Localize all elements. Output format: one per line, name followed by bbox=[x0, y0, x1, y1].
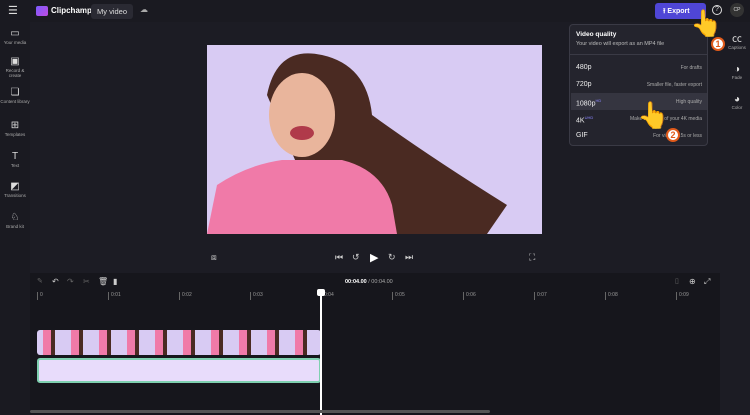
ruler-tick: 0:02 bbox=[179, 292, 192, 300]
library-icon: ❏ bbox=[10, 87, 20, 98]
step-badge: 1 bbox=[711, 37, 725, 51]
top-bar: ☰ Clipchamp My video ☁ ⭱ Export ? CP bbox=[0, 0, 750, 22]
rewind-5s-icon[interactable]: ↺ bbox=[352, 252, 360, 263]
timeline-scrollbar[interactable] bbox=[30, 410, 490, 413]
forward-5s-icon[interactable]: ↻ bbox=[388, 252, 396, 263]
avatar[interactable]: CP bbox=[730, 3, 744, 17]
step-badge: 2 bbox=[666, 128, 680, 142]
audio-clip-track[interactable] bbox=[37, 358, 321, 383]
skip-back-icon[interactable]: ⏮ bbox=[335, 252, 343, 263]
cut-icon[interactable]: ✂ bbox=[83, 277, 90, 286]
text-icon: T bbox=[11, 151, 19, 162]
undo-icon[interactable]: ↶ bbox=[52, 277, 59, 286]
ruler-tick: 0 bbox=[37, 292, 43, 300]
timecode: 00:04.00 / 00:04.00 bbox=[345, 279, 393, 285]
sidebar-item-templates[interactable]: ⊞ Templates bbox=[0, 120, 30, 137]
ruler-tick: 0:07 bbox=[534, 292, 547, 300]
sidebar-item-brand-kit[interactable]: ♘ Brand kit bbox=[0, 212, 30, 229]
video-frame-person bbox=[207, 53, 507, 234]
right-panel-captions[interactable]: ㏄ Captions bbox=[726, 30, 748, 50]
cloud-sync-off-icon: ☁ bbox=[140, 5, 148, 14]
ruler-tick: 0:05 bbox=[392, 292, 405, 300]
video-preview[interactable] bbox=[207, 45, 542, 234]
snap-icon[interactable]: ▯ bbox=[675, 277, 679, 285]
ruler-tick: 0:08 bbox=[605, 292, 618, 300]
video-clip-track[interactable] bbox=[37, 330, 321, 355]
sidebar-item-content-library[interactable]: ❏ Content library bbox=[0, 87, 30, 104]
menu-icon[interactable]: ☰ bbox=[8, 4, 18, 17]
fade-icon: ◑ bbox=[733, 64, 741, 75]
menu-subtitle: Your video will export as an MP4 file bbox=[576, 41, 665, 47]
screenshot-icon[interactable]: ⧈ bbox=[211, 252, 217, 263]
playhead-handle[interactable] bbox=[317, 289, 325, 296]
skip-forward-icon[interactable]: ⏭ bbox=[405, 252, 413, 263]
transitions-icon: ◩ bbox=[10, 181, 20, 192]
delete-icon[interactable]: 🗑 bbox=[98, 277, 108, 286]
magic-icon[interactable]: ✎ bbox=[37, 277, 43, 285]
templates-icon: ⊞ bbox=[10, 120, 20, 131]
detach-audio-icon[interactable]: ▮ bbox=[113, 277, 117, 286]
left-sidebar: ▭ Your media ▣ Record & create ❏ Content li… bbox=[0, 22, 30, 415]
play-button[interactable]: ▶ bbox=[370, 251, 378, 264]
ruler-tick: 0:09 bbox=[676, 292, 689, 300]
ruler-tick: 0:06 bbox=[463, 292, 476, 300]
sidebar-item-your-media[interactable]: ▭ Your media bbox=[0, 28, 30, 45]
playhead[interactable] bbox=[320, 291, 322, 415]
fit-icon[interactable]: ⤢ bbox=[704, 277, 710, 287]
pointer-hand-icon: 👆 bbox=[637, 100, 670, 130]
option-480p[interactable]: 480p For drafts bbox=[571, 59, 707, 76]
folder-icon: ▭ bbox=[10, 28, 20, 39]
sidebar-item-text[interactable]: T Text bbox=[0, 151, 30, 168]
ruler-tick: 0:01 bbox=[108, 292, 121, 300]
option-720p[interactable]: 720p Smaller file, faster export bbox=[571, 76, 707, 93]
divider bbox=[570, 54, 707, 55]
sidebar-item-record-create[interactable]: ▣ Record & create bbox=[0, 56, 30, 78]
right-panel-fade[interactable]: ◑ Fade bbox=[726, 64, 748, 80]
ruler-tick: 0:03 bbox=[250, 292, 263, 300]
fullscreen-icon[interactable]: ⛶ bbox=[529, 252, 535, 263]
pointer-hand-icon: 👆 bbox=[690, 8, 723, 38]
color-icon: ◕ bbox=[733, 94, 741, 105]
app-name: Clipchamp bbox=[51, 6, 92, 15]
captions-icon: ㏄ bbox=[732, 34, 742, 45]
redo-icon[interactable]: ↷ bbox=[67, 277, 74, 286]
menu-title: Video quality bbox=[576, 31, 617, 38]
brand-kit-icon: ♘ bbox=[10, 212, 20, 223]
project-name-input[interactable]: My video bbox=[91, 4, 134, 19]
sidebar-item-transitions[interactable]: ◩ Transitions bbox=[0, 181, 30, 198]
right-panel-color[interactable]: ◕ Color bbox=[726, 94, 748, 110]
zoom-in-icon[interactable]: ⊕ bbox=[689, 277, 696, 286]
clipchamp-logo-icon bbox=[36, 6, 48, 16]
camera-icon: ▣ bbox=[10, 56, 20, 67]
